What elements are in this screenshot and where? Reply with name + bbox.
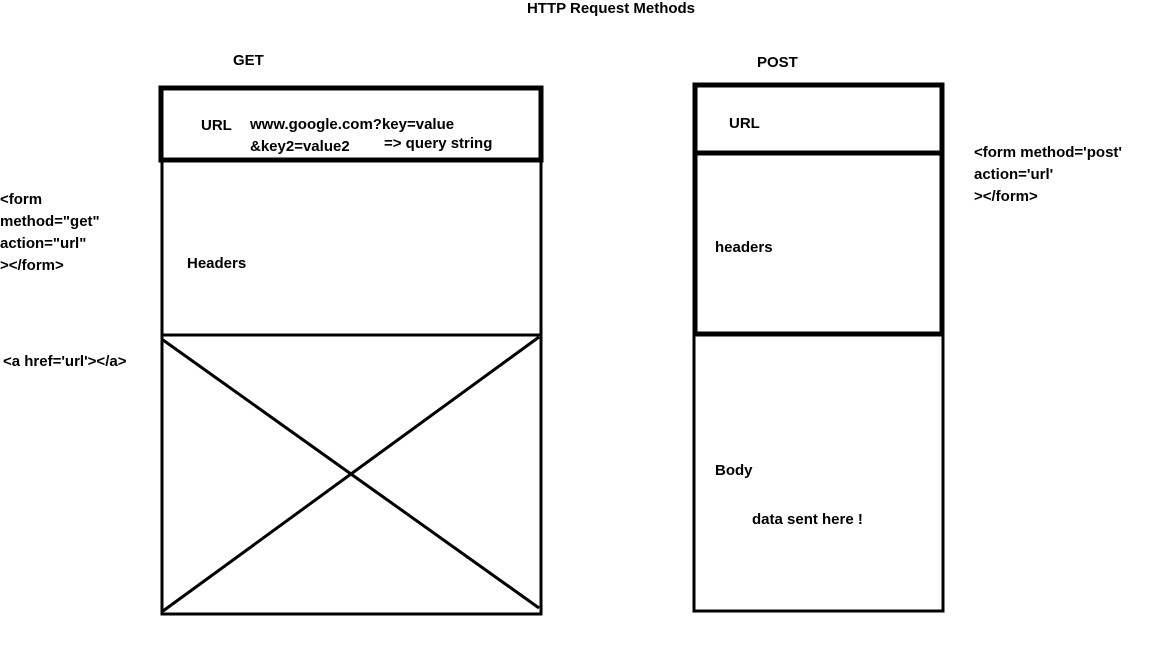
get-form-line: action="url" — [0, 235, 87, 252]
post-form-line: <form method='post' — [974, 144, 1122, 161]
get-headers-label: Headers — [187, 255, 247, 272]
post-heading: POST — [757, 54, 798, 71]
post-request-box — [692, 82, 945, 613]
diagram-title: HTTP Request Methods — [526, 0, 696, 17]
post-form-snippet: <form method='post' action='url' ></form… — [974, 142, 1122, 208]
anchor-snippet: <a href='url'></a> — [3, 353, 127, 370]
post-body-label: Body — [715, 462, 753, 479]
get-body-cross-line-2 — [162, 335, 540, 613]
post-headers-label: headers — [715, 239, 773, 256]
get-form-line: <form — [0, 191, 43, 208]
get-headers-section — [160, 158, 543, 337]
get-url-label: URL — [201, 117, 232, 134]
diagram-canvas — [158, 82, 945, 616]
post-url-label: URL — [729, 115, 760, 132]
get-request-box — [158, 85, 544, 616]
get-form-line: method="get" — [0, 213, 100, 230]
post-form-line: ></form> — [974, 188, 1038, 205]
get-heading: GET — [233, 52, 264, 69]
post-body-note: data sent here ! — [752, 511, 863, 528]
query-string-note: => query string — [384, 135, 493, 152]
get-form-line: ></form> — [0, 257, 64, 274]
post-form-line: action='url' — [974, 166, 1054, 183]
get-form-snippet: <form method="get" action="url" ></form> — [0, 189, 100, 277]
get-url-value-continued: &key2=value2 — [250, 138, 350, 155]
